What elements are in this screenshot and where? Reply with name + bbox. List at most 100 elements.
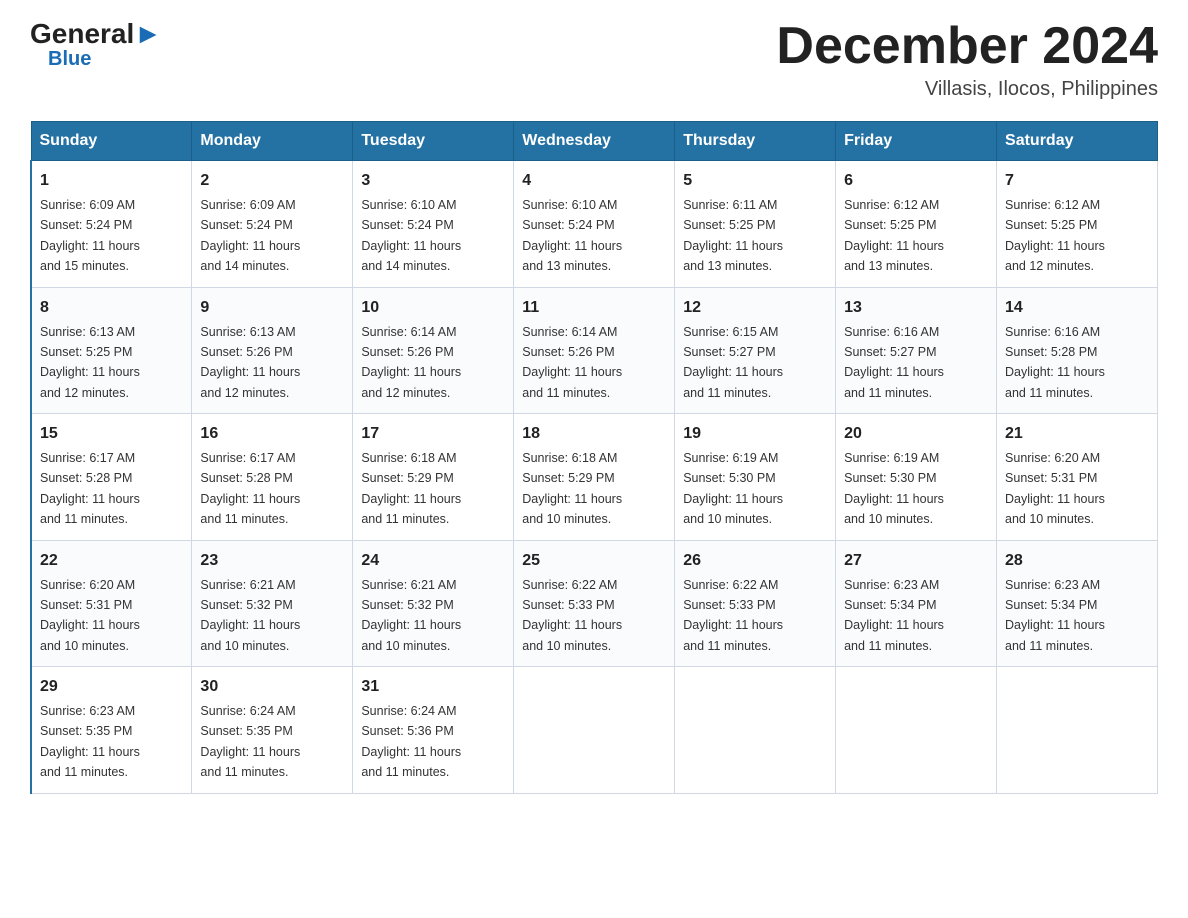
calendar-cell: 9 Sunrise: 6:13 AMSunset: 5:26 PMDayligh… [192, 287, 353, 414]
week-row-4: 22 Sunrise: 6:20 AMSunset: 5:31 PMDaylig… [31, 540, 1158, 667]
location: Villasis, Ilocos, Philippines [776, 78, 1158, 101]
calendar-cell: 18 Sunrise: 6:18 AMSunset: 5:29 PMDaylig… [514, 414, 675, 541]
title-block: December 2024 Villasis, Ilocos, Philippi… [776, 20, 1158, 101]
day-info: Sunrise: 6:13 AMSunset: 5:26 PMDaylight:… [200, 325, 300, 400]
day-info: Sunrise: 6:12 AMSunset: 5:25 PMDaylight:… [1005, 198, 1105, 273]
day-info: Sunrise: 6:09 AMSunset: 5:24 PMDaylight:… [200, 198, 300, 273]
day-number: 28 [1005, 549, 1149, 573]
calendar-cell: 28 Sunrise: 6:23 AMSunset: 5:34 PMDaylig… [997, 540, 1158, 667]
day-number: 10 [361, 296, 505, 320]
calendar-cell [997, 667, 1158, 794]
day-number: 26 [683, 549, 827, 573]
calendar-cell: 15 Sunrise: 6:17 AMSunset: 5:28 PMDaylig… [31, 414, 192, 541]
header-sunday: Sunday [31, 122, 192, 161]
header-tuesday: Tuesday [353, 122, 514, 161]
day-number: 12 [683, 296, 827, 320]
calendar-cell: 7 Sunrise: 6:12 AMSunset: 5:25 PMDayligh… [997, 161, 1158, 288]
calendar-cell [675, 667, 836, 794]
header-saturday: Saturday [997, 122, 1158, 161]
day-info: Sunrise: 6:23 AMSunset: 5:34 PMDaylight:… [844, 578, 944, 653]
calendar-cell: 21 Sunrise: 6:20 AMSunset: 5:31 PMDaylig… [997, 414, 1158, 541]
calendar-cell: 19 Sunrise: 6:19 AMSunset: 5:30 PMDaylig… [675, 414, 836, 541]
logo-text: General► [30, 20, 162, 48]
day-number: 5 [683, 169, 827, 193]
day-number: 4 [522, 169, 666, 193]
day-number: 30 [200, 675, 344, 699]
header-thursday: Thursday [675, 122, 836, 161]
day-info: Sunrise: 6:16 AMSunset: 5:28 PMDaylight:… [1005, 325, 1105, 400]
page-header: General► Blue December 2024 Villasis, Il… [30, 20, 1158, 101]
calendar-cell: 2 Sunrise: 6:09 AMSunset: 5:24 PMDayligh… [192, 161, 353, 288]
day-number: 6 [844, 169, 988, 193]
calendar-cell: 14 Sunrise: 6:16 AMSunset: 5:28 PMDaylig… [997, 287, 1158, 414]
day-info: Sunrise: 6:09 AMSunset: 5:24 PMDaylight:… [40, 198, 140, 273]
day-info: Sunrise: 6:14 AMSunset: 5:26 PMDaylight:… [361, 325, 461, 400]
calendar-cell: 12 Sunrise: 6:15 AMSunset: 5:27 PMDaylig… [675, 287, 836, 414]
day-number: 8 [40, 296, 183, 320]
calendar-cell: 13 Sunrise: 6:16 AMSunset: 5:27 PMDaylig… [836, 287, 997, 414]
day-info: Sunrise: 6:19 AMSunset: 5:30 PMDaylight:… [844, 451, 944, 526]
header-friday: Friday [836, 122, 997, 161]
month-title: December 2024 [776, 20, 1158, 72]
day-number: 27 [844, 549, 988, 573]
calendar-cell: 24 Sunrise: 6:21 AMSunset: 5:32 PMDaylig… [353, 540, 514, 667]
day-number: 13 [844, 296, 988, 320]
day-number: 23 [200, 549, 344, 573]
day-info: Sunrise: 6:22 AMSunset: 5:33 PMDaylight:… [522, 578, 622, 653]
day-number: 16 [200, 422, 344, 446]
day-number: 29 [40, 675, 183, 699]
calendar-cell: 1 Sunrise: 6:09 AMSunset: 5:24 PMDayligh… [31, 161, 192, 288]
day-number: 14 [1005, 296, 1149, 320]
day-info: Sunrise: 6:12 AMSunset: 5:25 PMDaylight:… [844, 198, 944, 273]
logo-blue: Blue [48, 48, 91, 71]
day-info: Sunrise: 6:17 AMSunset: 5:28 PMDaylight:… [40, 451, 140, 526]
day-number: 9 [200, 296, 344, 320]
day-info: Sunrise: 6:22 AMSunset: 5:33 PMDaylight:… [683, 578, 783, 653]
logo: General► Blue [30, 20, 162, 71]
calendar-cell [514, 667, 675, 794]
calendar-cell: 11 Sunrise: 6:14 AMSunset: 5:26 PMDaylig… [514, 287, 675, 414]
day-number: 11 [522, 296, 666, 320]
logo-general: General► [30, 18, 162, 49]
day-number: 25 [522, 549, 666, 573]
calendar-cell: 26 Sunrise: 6:22 AMSunset: 5:33 PMDaylig… [675, 540, 836, 667]
day-info: Sunrise: 6:23 AMSunset: 5:35 PMDaylight:… [40, 704, 140, 779]
calendar-cell: 27 Sunrise: 6:23 AMSunset: 5:34 PMDaylig… [836, 540, 997, 667]
day-number: 18 [522, 422, 666, 446]
day-number: 17 [361, 422, 505, 446]
calendar-cell: 5 Sunrise: 6:11 AMSunset: 5:25 PMDayligh… [675, 161, 836, 288]
calendar-cell: 17 Sunrise: 6:18 AMSunset: 5:29 PMDaylig… [353, 414, 514, 541]
day-number: 31 [361, 675, 505, 699]
day-info: Sunrise: 6:18 AMSunset: 5:29 PMDaylight:… [522, 451, 622, 526]
week-row-3: 15 Sunrise: 6:17 AMSunset: 5:28 PMDaylig… [31, 414, 1158, 541]
day-info: Sunrise: 6:21 AMSunset: 5:32 PMDaylight:… [361, 578, 461, 653]
day-number: 22 [40, 549, 183, 573]
day-number: 19 [683, 422, 827, 446]
header-wednesday: Wednesday [514, 122, 675, 161]
day-info: Sunrise: 6:17 AMSunset: 5:28 PMDaylight:… [200, 451, 300, 526]
calendar-cell: 29 Sunrise: 6:23 AMSunset: 5:35 PMDaylig… [31, 667, 192, 794]
calendar-cell: 31 Sunrise: 6:24 AMSunset: 5:36 PMDaylig… [353, 667, 514, 794]
day-number: 7 [1005, 169, 1149, 193]
day-info: Sunrise: 6:18 AMSunset: 5:29 PMDaylight:… [361, 451, 461, 526]
calendar-cell: 30 Sunrise: 6:24 AMSunset: 5:35 PMDaylig… [192, 667, 353, 794]
calendar-cell: 8 Sunrise: 6:13 AMSunset: 5:25 PMDayligh… [31, 287, 192, 414]
logo-arrow-shape: ► [134, 18, 162, 49]
day-info: Sunrise: 6:13 AMSunset: 5:25 PMDaylight:… [40, 325, 140, 400]
day-info: Sunrise: 6:10 AMSunset: 5:24 PMDaylight:… [522, 198, 622, 273]
calendar-cell: 3 Sunrise: 6:10 AMSunset: 5:24 PMDayligh… [353, 161, 514, 288]
day-info: Sunrise: 6:24 AMSunset: 5:36 PMDaylight:… [361, 704, 461, 779]
day-number: 2 [200, 169, 344, 193]
day-number: 21 [1005, 422, 1149, 446]
calendar-cell: 4 Sunrise: 6:10 AMSunset: 5:24 PMDayligh… [514, 161, 675, 288]
calendar-cell: 10 Sunrise: 6:14 AMSunset: 5:26 PMDaylig… [353, 287, 514, 414]
day-number: 1 [40, 169, 183, 193]
week-row-5: 29 Sunrise: 6:23 AMSunset: 5:35 PMDaylig… [31, 667, 1158, 794]
day-info: Sunrise: 6:20 AMSunset: 5:31 PMDaylight:… [1005, 451, 1105, 526]
day-number: 20 [844, 422, 988, 446]
calendar-cell [836, 667, 997, 794]
day-info: Sunrise: 6:19 AMSunset: 5:30 PMDaylight:… [683, 451, 783, 526]
calendar-header-row: SundayMondayTuesdayWednesdayThursdayFrid… [31, 122, 1158, 161]
day-info: Sunrise: 6:10 AMSunset: 5:24 PMDaylight:… [361, 198, 461, 273]
calendar-cell: 6 Sunrise: 6:12 AMSunset: 5:25 PMDayligh… [836, 161, 997, 288]
